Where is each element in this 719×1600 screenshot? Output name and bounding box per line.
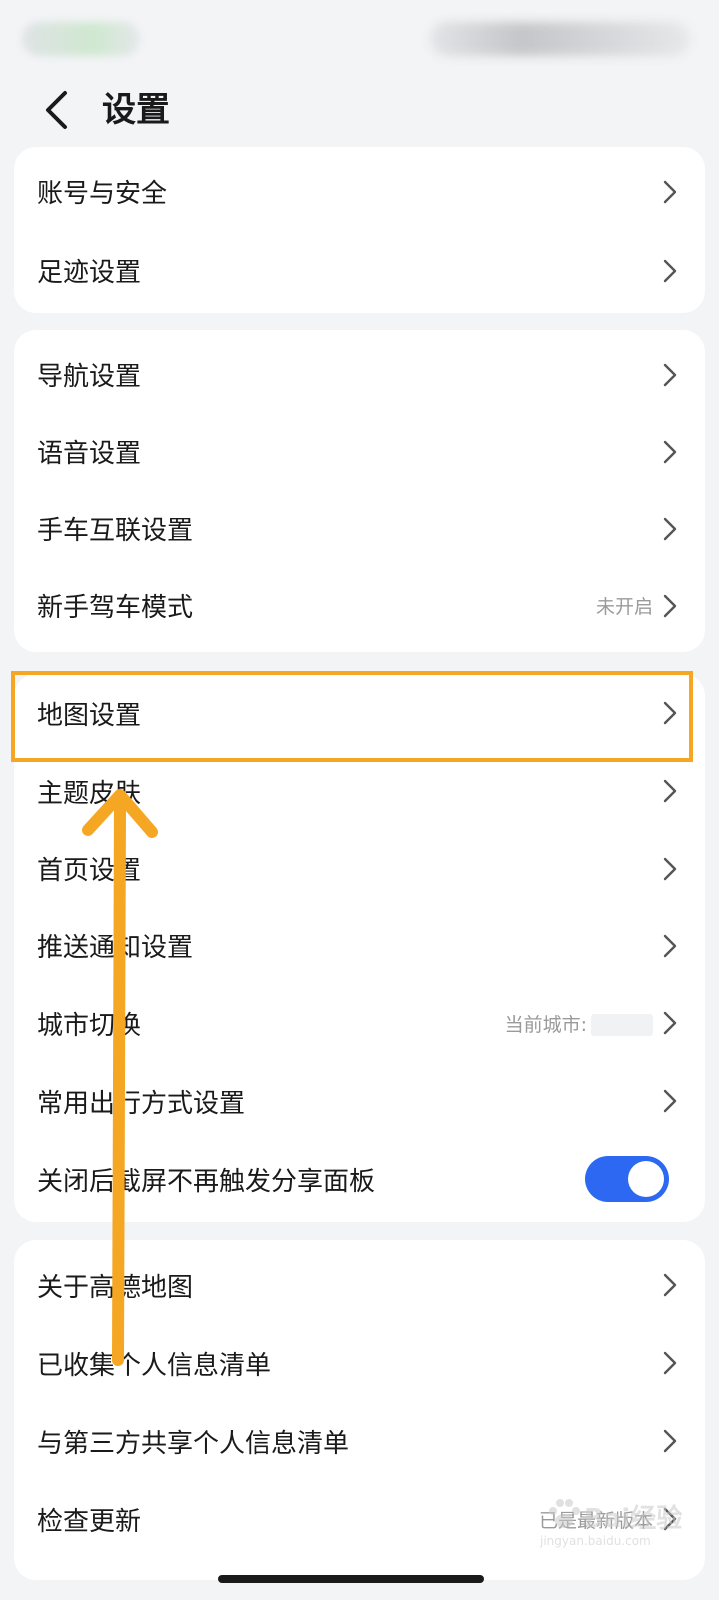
chevron-right-icon bbox=[663, 180, 677, 203]
row-about-amap[interactable]: 关于高德地图 bbox=[14, 1246, 705, 1324]
chevron-right-icon bbox=[663, 934, 677, 957]
row-label: 已收集个人信息清单 bbox=[37, 1350, 272, 1381]
settings-group-display: 地图设置 主题皮肤 首页设置 推送通知设置 城市切换 当前城市: 常用出行方式设… bbox=[14, 674, 705, 1222]
back-button[interactable] bbox=[36, 84, 76, 136]
home-indicator bbox=[218, 1575, 484, 1583]
chevron-right-icon bbox=[663, 1507, 677, 1531]
row-label: 城市切换 bbox=[37, 1010, 142, 1041]
settings-group-about: 关于高德地图 已收集个人信息清单 与第三方共享个人信息清单 检查更新 已是最新版… bbox=[14, 1240, 705, 1580]
chevron-right-icon bbox=[663, 779, 677, 803]
row-check-update[interactable]: 检查更新 已是最新版本 bbox=[14, 1480, 705, 1558]
row-current-city-value: 当前城市: bbox=[505, 1010, 653, 1037]
chevron-right-icon bbox=[663, 1273, 677, 1297]
chevron-right-icon bbox=[663, 363, 677, 386]
row-label: 足迹设置 bbox=[37, 258, 142, 288]
row-label: 导航设置 bbox=[37, 362, 142, 392]
row-label: 地图设置 bbox=[37, 700, 142, 731]
row-novice-driving-mode[interactable]: 新手驾车模式 未开启 bbox=[14, 567, 705, 644]
row-label: 推送通知设置 bbox=[37, 933, 194, 963]
status-bar-left-blurred bbox=[22, 22, 140, 56]
city-name-masked bbox=[591, 1014, 653, 1036]
row-footprint-settings[interactable]: 足迹设置 bbox=[14, 231, 705, 310]
settings-screen: 设置 账号与安全 足迹设置 导航设置 语音设置 手车互联设置 新手驾车模式 未开… bbox=[0, 0, 719, 1600]
row-label: 手车互联设置 bbox=[37, 516, 194, 546]
row-map-settings[interactable]: 地图设置 bbox=[14, 674, 705, 752]
settings-group-navigation: 导航设置 语音设置 手车互联设置 新手驾车模式 未开启 bbox=[14, 330, 705, 652]
chevron-right-icon bbox=[663, 594, 677, 617]
row-label: 检查更新 bbox=[37, 1506, 142, 1537]
row-label: 新手驾车模式 bbox=[37, 593, 194, 623]
row-push-notification-settings[interactable]: 推送通知设置 bbox=[14, 907, 705, 984]
row-third-party-shared-info[interactable]: 与第三方共享个人信息清单 bbox=[14, 1402, 705, 1480]
row-account-security[interactable]: 账号与安全 bbox=[14, 152, 705, 231]
chevron-right-icon bbox=[663, 517, 677, 540]
row-label: 语音设置 bbox=[37, 439, 142, 469]
row-screenshot-share-panel: 关闭后截屏不再触发分享面板 bbox=[14, 1140, 705, 1218]
row-label: 首页设置 bbox=[37, 856, 142, 886]
chevron-right-icon bbox=[663, 1351, 677, 1375]
chevron-right-icon bbox=[663, 857, 677, 880]
row-car-link-settings[interactable]: 手车互联设置 bbox=[14, 490, 705, 567]
row-label: 主题皮肤 bbox=[37, 778, 142, 809]
row-update-status-value: 已是最新版本 bbox=[538, 1509, 653, 1532]
back-chevron-icon bbox=[46, 91, 67, 129]
status-bar bbox=[0, 0, 719, 70]
row-city-switch[interactable]: 城市切换 当前城市: bbox=[14, 984, 705, 1062]
row-label: 关于高德地图 bbox=[37, 1272, 194, 1303]
row-travel-mode-settings[interactable]: 常用出行方式设置 bbox=[14, 1062, 705, 1140]
chevron-right-icon bbox=[663, 1429, 677, 1453]
row-navigation-settings[interactable]: 导航设置 bbox=[14, 336, 705, 413]
settings-group-account: 账号与安全 足迹设置 bbox=[14, 147, 705, 313]
chevron-right-icon bbox=[663, 701, 677, 725]
row-voice-settings[interactable]: 语音设置 bbox=[14, 413, 705, 490]
chevron-right-icon bbox=[663, 440, 677, 463]
current-city-label: 当前城市: bbox=[504, 1013, 587, 1036]
row-label: 账号与安全 bbox=[37, 179, 168, 209]
chevron-right-icon bbox=[663, 1089, 677, 1113]
row-label: 与第三方共享个人信息清单 bbox=[37, 1428, 350, 1459]
screenshot-share-toggle[interactable] bbox=[585, 1156, 669, 1202]
toggle-knob bbox=[628, 1161, 664, 1197]
row-collected-personal-info[interactable]: 已收集个人信息清单 bbox=[14, 1324, 705, 1402]
row-status-value: 未开启 bbox=[595, 596, 653, 618]
row-home-settings[interactable]: 首页设置 bbox=[14, 830, 705, 907]
chevron-right-icon bbox=[663, 1011, 677, 1035]
header: 设置 bbox=[0, 78, 719, 142]
chevron-right-icon bbox=[663, 259, 677, 282]
page-title: 设置 bbox=[102, 90, 170, 130]
status-bar-right-blurred bbox=[430, 22, 690, 56]
row-label: 关闭后截屏不再触发分享面板 bbox=[37, 1166, 376, 1197]
row-theme-skin[interactable]: 主题皮肤 bbox=[14, 752, 705, 830]
row-label: 常用出行方式设置 bbox=[37, 1088, 246, 1119]
